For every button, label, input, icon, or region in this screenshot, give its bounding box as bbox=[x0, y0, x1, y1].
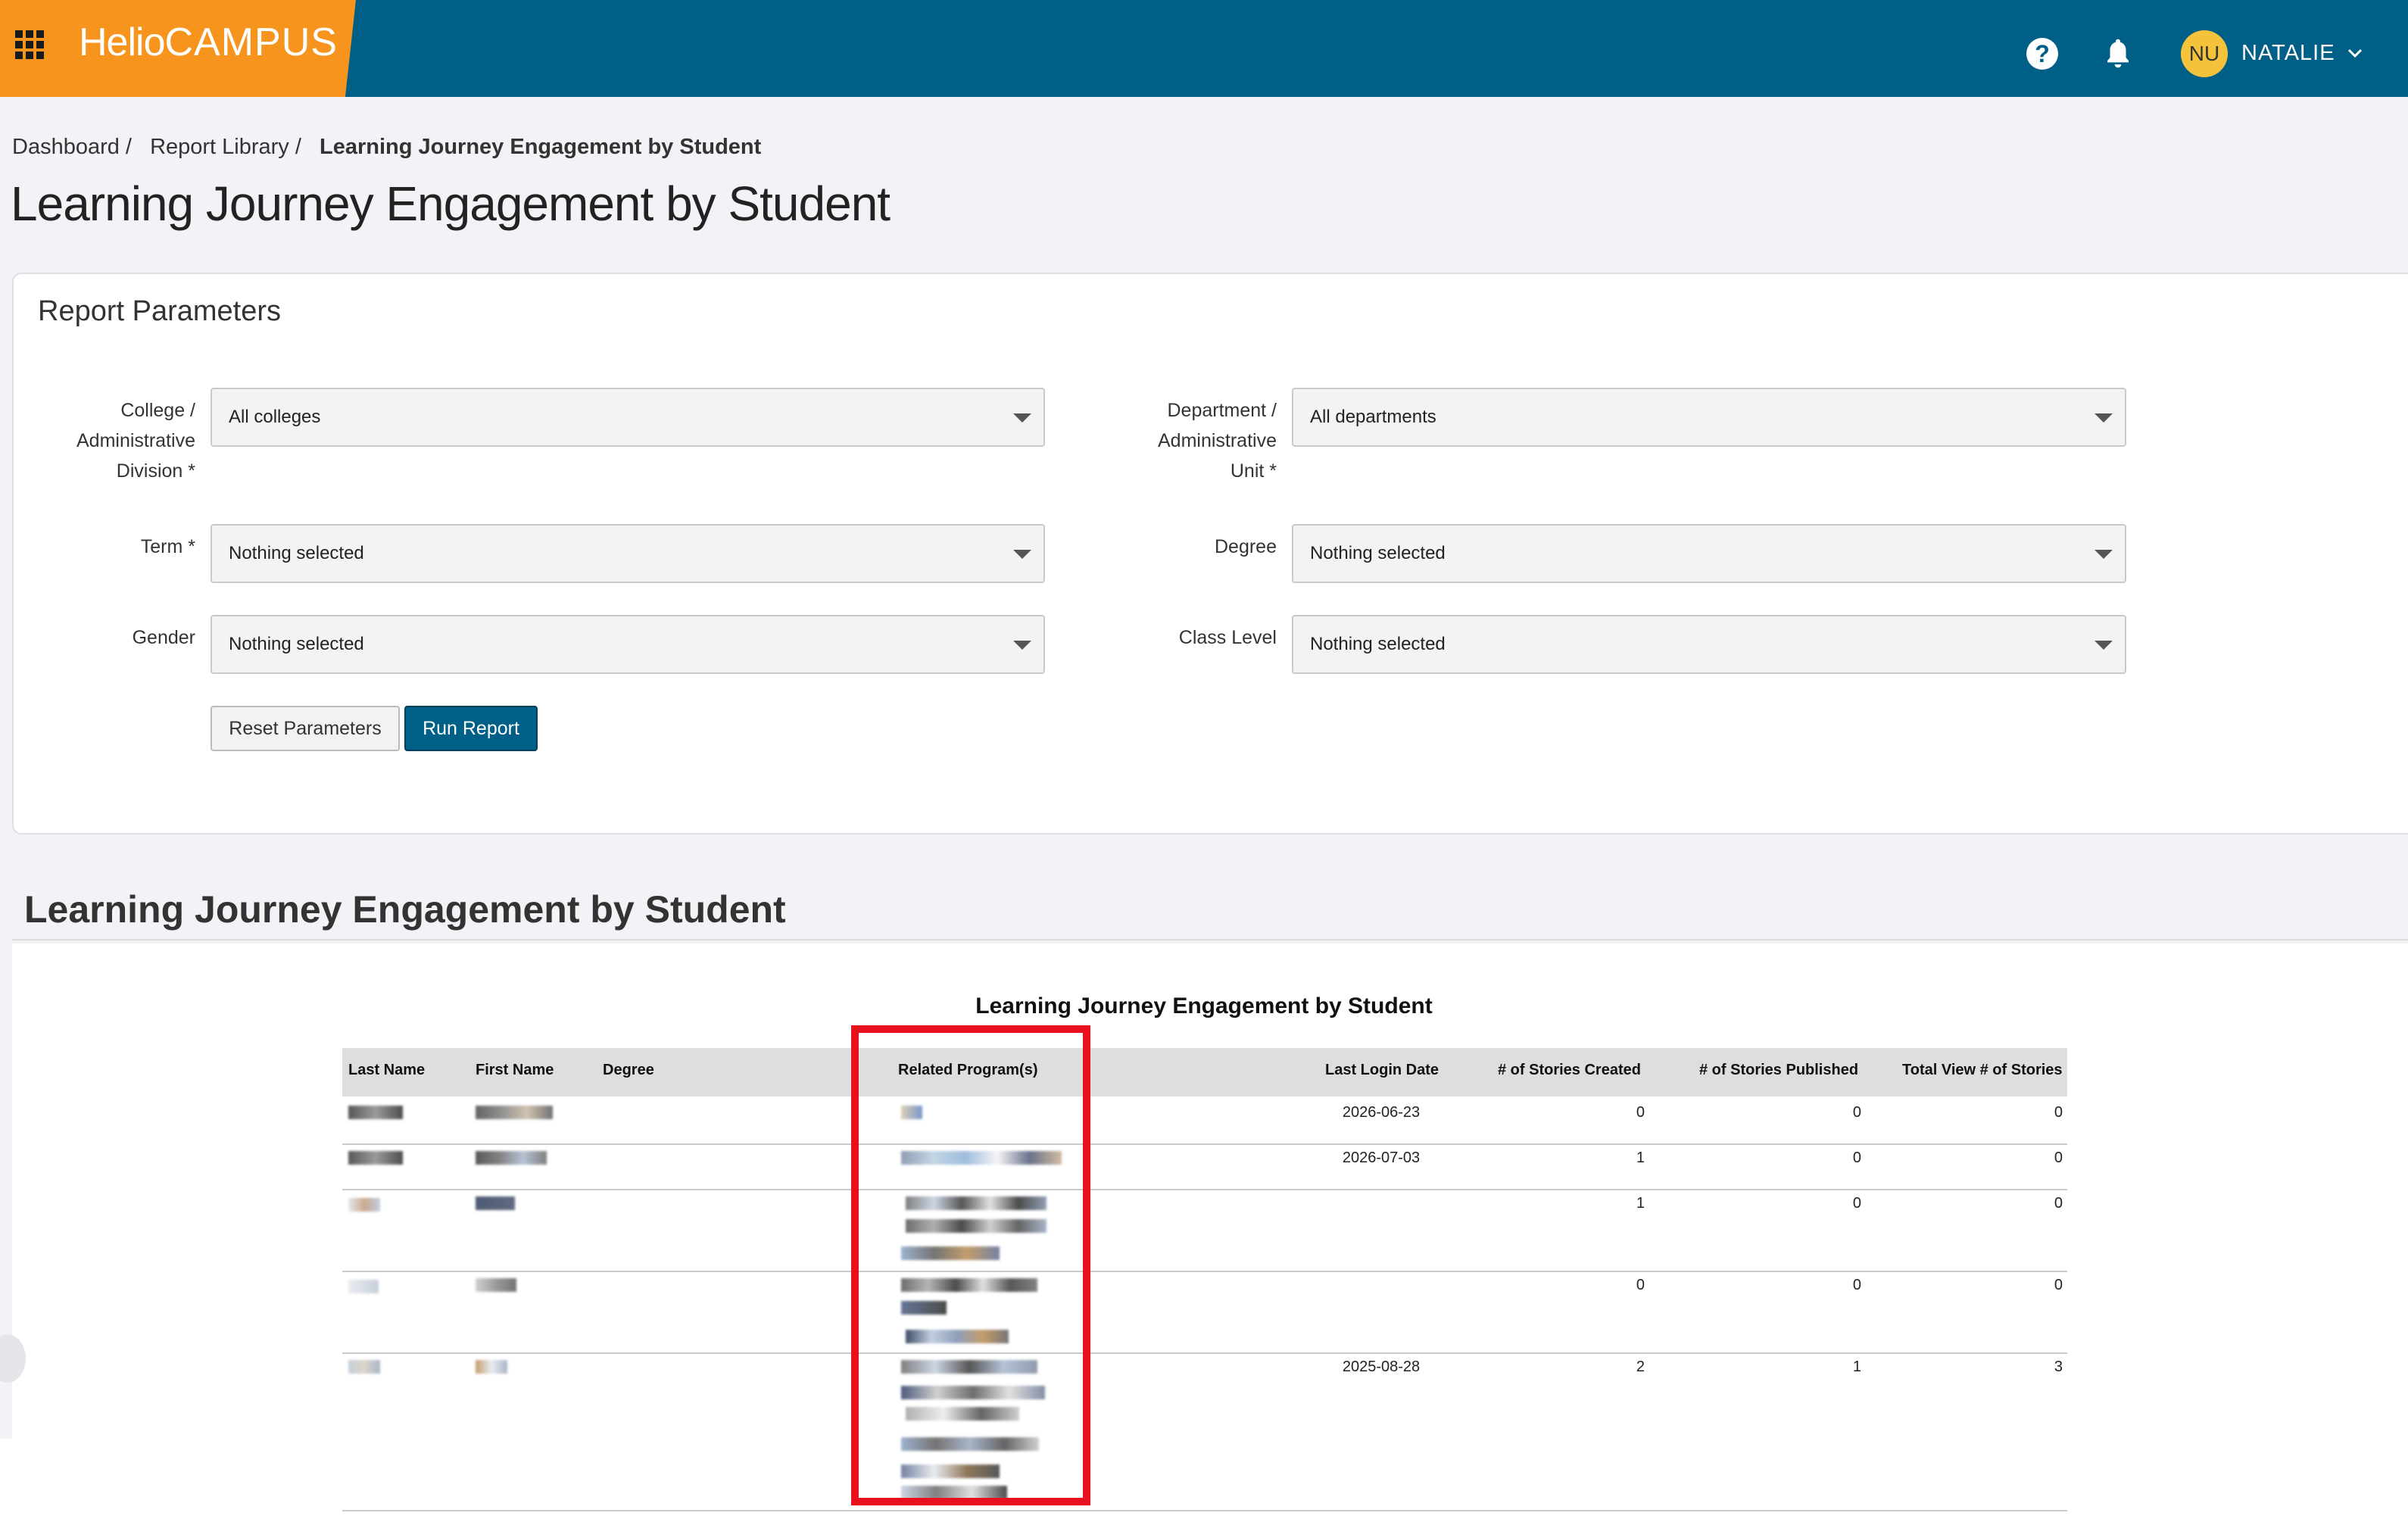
column-header-total-views[interactable]: Total View # of Stories bbox=[1902, 1062, 2063, 1079]
degree-select-value: Nothing selected bbox=[1310, 543, 1446, 563]
caret-down-icon bbox=[1013, 413, 1031, 423]
breadcrumb-dashboard[interactable]: Dashboard / bbox=[12, 135, 132, 159]
total-views-cell: 3 bbox=[2054, 1358, 2063, 1375]
column-header-stories-published[interactable]: # of Stories Published bbox=[1699, 1062, 1858, 1079]
breadcrumb-current: Learning Journey Engagement by Student bbox=[319, 135, 762, 159]
gender-select-value: Nothing selected bbox=[229, 634, 364, 654]
related-programs-highlight-box bbox=[851, 1025, 1090, 1505]
column-header-stories-created[interactable]: # of Stories Created bbox=[1498, 1062, 1641, 1079]
degree-label: Degree bbox=[1215, 536, 1277, 557]
row-divider bbox=[342, 1143, 2067, 1145]
breadcrumb-report-library[interactable]: Report Library / bbox=[150, 135, 301, 159]
caret-down-icon bbox=[1013, 641, 1031, 650]
row-divider bbox=[342, 1352, 2067, 1354]
term-select-value: Nothing selected bbox=[229, 543, 364, 563]
term-select[interactable]: Nothing selected bbox=[211, 524, 1045, 583]
section-divider bbox=[12, 939, 2408, 940]
department-label: Department / Administrative Unit * bbox=[1158, 400, 1277, 482]
help-icon[interactable]: ? bbox=[2026, 38, 2058, 70]
college-label: College / Administrative Division * bbox=[76, 400, 195, 482]
redacted-first-name bbox=[476, 1196, 515, 1210]
stories-created-cell: 0 bbox=[1636, 1104, 1645, 1121]
caret-down-icon bbox=[1013, 550, 1031, 559]
department-select[interactable]: All departments bbox=[1292, 388, 2126, 447]
total-views-cell: 0 bbox=[2054, 1149, 2063, 1166]
stories-created-cell: 0 bbox=[1636, 1277, 1645, 1293]
class-level-label: Class Level bbox=[1178, 627, 1277, 648]
stories-published-cell: 0 bbox=[1852, 1277, 1861, 1293]
department-select-value: All departments bbox=[1310, 407, 1436, 427]
redacted-last-name bbox=[348, 1151, 403, 1165]
breadcrumb: Dashboard / Report Library / Learning Jo… bbox=[12, 135, 761, 160]
redacted-last-name bbox=[348, 1198, 380, 1212]
gender-label: Gender bbox=[132, 627, 195, 648]
last-login-date-cell: 2025-08-28 bbox=[1342, 1358, 1421, 1375]
parameters-title: Report Parameters bbox=[38, 295, 282, 327]
stories-published-cell: 0 bbox=[1852, 1195, 1861, 1212]
column-header-last-login-date[interactable]: Last Login Date bbox=[1325, 1062, 1439, 1079]
redacted-last-name bbox=[348, 1360, 380, 1374]
last-login-date-cell: 2026-07-03 bbox=[1342, 1149, 1421, 1166]
stories-created-cell: 2 bbox=[1636, 1358, 1645, 1375]
caret-down-icon bbox=[2095, 550, 2113, 559]
total-views-cell: 0 bbox=[2054, 1195, 2063, 1212]
report-section-title: Learning Journey Engagement by Student bbox=[24, 888, 786, 931]
college-select[interactable]: All colleges bbox=[211, 388, 1045, 447]
stories-published-cell: 0 bbox=[1852, 1104, 1861, 1121]
user-avatar[interactable]: NU bbox=[2181, 30, 2228, 77]
class-level-select-value: Nothing selected bbox=[1310, 634, 1446, 654]
column-header-degree[interactable]: Degree bbox=[603, 1062, 654, 1079]
redacted-first-name bbox=[476, 1360, 507, 1374]
user-name[interactable]: NATALIE bbox=[2241, 41, 2335, 66]
redacted-first-name bbox=[476, 1151, 547, 1165]
redacted-last-name bbox=[348, 1280, 379, 1293]
last-login-date-cell: 2026-06-23 bbox=[1342, 1104, 1421, 1121]
gender-select[interactable]: Nothing selected bbox=[211, 615, 1045, 674]
column-header-last-name[interactable]: Last Name bbox=[348, 1062, 425, 1079]
row-divider bbox=[342, 1189, 2067, 1190]
notification-bell-icon[interactable] bbox=[2102, 36, 2134, 71]
redacted-first-name bbox=[476, 1106, 553, 1119]
total-views-cell: 0 bbox=[2054, 1277, 2063, 1293]
app-grid-icon[interactable] bbox=[15, 30, 44, 59]
redacted-last-name bbox=[348, 1106, 403, 1119]
heliocampus-logo[interactable]: HelioCAMPUS bbox=[79, 20, 338, 65]
page-title: Learning Journey Engagement by Student bbox=[11, 176, 891, 231]
stories-created-cell: 1 bbox=[1636, 1195, 1645, 1212]
class-level-select[interactable]: Nothing selected bbox=[1292, 615, 2126, 674]
term-label: Term * bbox=[140, 536, 195, 557]
redacted-first-name bbox=[476, 1278, 516, 1292]
stories-published-cell: 0 bbox=[1852, 1149, 1861, 1166]
row-divider bbox=[342, 1271, 2067, 1272]
run-report-button[interactable]: Run Report bbox=[404, 706, 538, 751]
stories-created-cell: 1 bbox=[1636, 1149, 1645, 1166]
caret-down-icon bbox=[2095, 641, 2113, 650]
caret-down-icon bbox=[2095, 413, 2113, 423]
report-title: Learning Journey Engagement by Student bbox=[975, 994, 1433, 1018]
total-views-cell: 0 bbox=[2054, 1104, 2063, 1121]
report-viewer-bottom bbox=[0, 1439, 2408, 1516]
stories-published-cell: 1 bbox=[1852, 1358, 1861, 1375]
chevron-down-icon[interactable] bbox=[2346, 44, 2364, 62]
college-select-value: All colleges bbox=[229, 407, 321, 427]
reset-parameters-button[interactable]: Reset Parameters bbox=[211, 706, 400, 751]
column-header-first-name[interactable]: First Name bbox=[476, 1062, 554, 1079]
degree-select[interactable]: Nothing selected bbox=[1292, 524, 2126, 583]
row-divider bbox=[342, 1510, 2067, 1511]
